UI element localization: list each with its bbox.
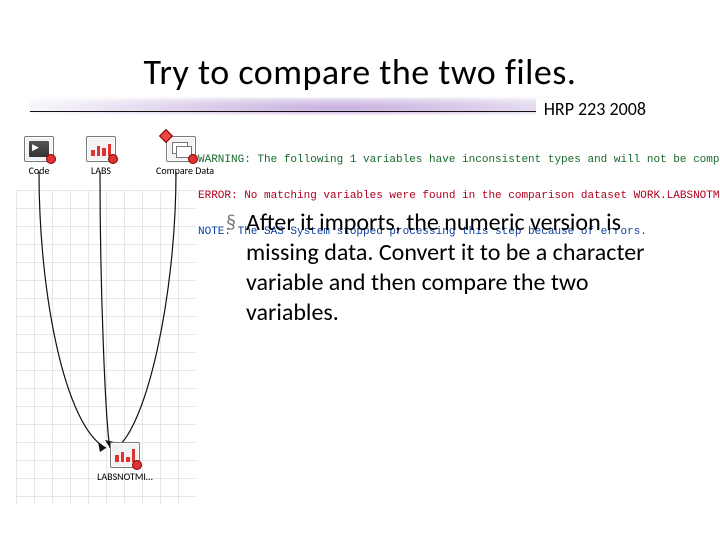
dataset-icon xyxy=(86,136,116,162)
node-compare-label: Compare Data xyxy=(156,165,206,176)
bullet-text: After it imports, the numeric version is… xyxy=(246,208,656,328)
node-labs: LABS xyxy=(82,136,120,176)
compare-icon xyxy=(166,136,196,162)
bullet-marker: § xyxy=(226,208,236,328)
process-flow-diagram: Code LABS Compare Data LABSNOTMI… xyxy=(16,128,196,504)
node-compare: Compare Data xyxy=(156,136,206,176)
log-error-line: ERROR: No matching variables were found … xyxy=(198,190,720,202)
slide-title: Try to compare the two files. xyxy=(0,50,720,94)
bullet-item: § After it imports, the numeric version … xyxy=(226,208,656,328)
node-code: Code xyxy=(20,136,58,176)
program-icon xyxy=(24,136,54,162)
node-output-label: LABSNOTMI… xyxy=(90,471,160,482)
node-labs-label: LABS xyxy=(82,165,120,176)
slide-root: Try to compare the two files. HRP 223 20… xyxy=(0,0,720,540)
course-tag: HRP 223 2008 xyxy=(536,98,650,122)
node-output: LABSNOTMI… xyxy=(90,442,160,482)
dataset-icon xyxy=(110,442,140,468)
log-warning-line: WARNING: The following 1 variables have … xyxy=(198,154,720,166)
node-code-label: Code xyxy=(20,165,58,176)
